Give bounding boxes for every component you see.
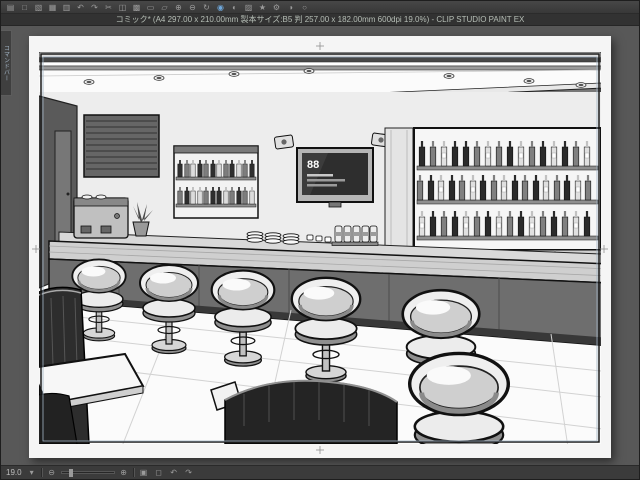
app-window: ▤ □ ▧ ▦ ▥ ↶ ↷ ✂ ◫ ▩ ▭ ▱ ⊕ ⊖ ↻ ◉ ◐ ▨ ★ ⚙ … xyxy=(0,0,640,480)
wall-tv: 88 xyxy=(296,147,374,208)
fit-screen-button[interactable]: ▣ xyxy=(138,467,150,478)
zoom-in-icon[interactable]: ⊕ xyxy=(172,2,185,13)
tv-text: 88 xyxy=(307,159,319,171)
deselect-icon[interactable]: ▱ xyxy=(158,2,171,13)
bar-illustration: 88 xyxy=(39,52,601,444)
open-icon[interactable]: ▧ xyxy=(32,2,45,13)
zoom-spinner-icon[interactable]: ▾ xyxy=(26,467,38,478)
canvas-area: コマンドバー 88 xyxy=(1,26,639,465)
bottle-tray xyxy=(331,225,379,246)
rotate-cw-button[interactable]: ↷ xyxy=(183,467,195,478)
cut-icon[interactable]: ✂ xyxy=(102,2,115,13)
select-icon[interactable]: ▭ xyxy=(144,2,157,13)
rotate-icon[interactable]: ↻ xyxy=(200,2,213,13)
zoom-out-icon[interactable]: ⊖ xyxy=(186,2,199,13)
espresso-machine xyxy=(73,194,129,239)
document-page[interactable]: 88 xyxy=(29,36,611,458)
save-icon[interactable]: ▦ xyxy=(46,2,59,13)
zoom-value: 19.0 xyxy=(6,468,22,477)
zoom-in-button[interactable]: ⊕ xyxy=(118,467,130,478)
flip-icon[interactable]: ◐ xyxy=(228,2,241,13)
help-icon[interactable]: ○ xyxy=(298,2,311,13)
actual-size-button[interactable]: ◻ xyxy=(153,467,165,478)
rotate-ccw-button[interactable]: ↶ xyxy=(168,467,180,478)
louver-panel xyxy=(83,114,160,178)
sync-icon[interactable]: ◉ xyxy=(214,2,227,13)
left-shelf xyxy=(173,145,259,219)
menu-icon[interactable]: ▤ xyxy=(4,2,17,13)
paste-icon[interactable]: ▩ xyxy=(130,2,143,13)
wall-pillar xyxy=(384,127,414,265)
speaker-left xyxy=(274,134,294,150)
statusbar-separator-2 xyxy=(132,468,135,477)
titlebar: コミック* (A4 297.00 x 210.00mm 製本サイズ:B5 判 2… xyxy=(1,14,639,26)
collapsed-palette-label: コマンドバー xyxy=(2,45,9,81)
artwork-svg: 88 xyxy=(32,42,608,454)
grid-icon[interactable]: ▨ xyxy=(242,2,255,13)
settings-icon[interactable]: ⚙ xyxy=(270,2,283,13)
document-title: コミック* (A4 297.00 x 210.00mm 製本サイズ:B5 判 2… xyxy=(115,15,525,24)
material-icon[interactable]: ★ xyxy=(256,2,269,13)
statusbar: 19.0 ▾ ⊖ ⊕ ▣ ◻ ↶ ↷ xyxy=(1,465,639,479)
export-icon[interactable]: ▥ xyxy=(60,2,73,13)
zoom-out-button[interactable]: ⊖ xyxy=(46,467,58,478)
zoom-slider[interactable] xyxy=(60,469,115,477)
collapsed-palette-tab[interactable]: コマンドバー xyxy=(1,30,12,96)
new-icon[interactable]: □ xyxy=(18,2,31,13)
statusbar-separator xyxy=(40,468,43,477)
undo-icon[interactable]: ↶ xyxy=(74,2,87,13)
zoom-slider-thumb[interactable] xyxy=(68,469,73,477)
redo-icon[interactable]: ↷ xyxy=(88,2,101,13)
copy-icon[interactable]: ◫ xyxy=(116,2,129,13)
color-icon[interactable]: ◑ xyxy=(284,2,297,13)
command-bar: ▤ □ ▧ ▦ ▥ ↶ ↷ ✂ ◫ ▩ ▭ ▱ ⊕ ⊖ ↻ ◉ ◐ ▨ ★ ⚙ … xyxy=(1,1,639,14)
